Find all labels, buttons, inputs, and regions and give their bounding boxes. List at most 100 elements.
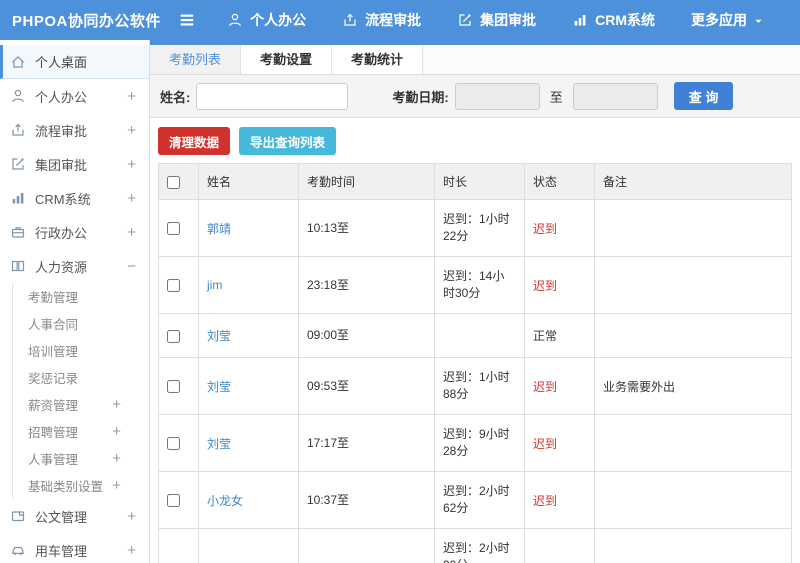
expand-toggle-icon[interactable]: +	[112, 451, 121, 466]
column-header: 备注	[594, 163, 792, 200]
caret-down-icon	[753, 16, 764, 27]
note-cell	[594, 313, 792, 358]
attendance-time-cell: 10:54至10:54	[298, 528, 435, 563]
status-cell: 迟到	[524, 256, 595, 314]
sidebar-item-6[interactable]: 人力资源 −	[0, 249, 149, 283]
export-list-button[interactable]: 导出查询列表	[239, 127, 337, 155]
nav-item-1[interactable]: 流程审批	[342, 10, 421, 30]
row-checkbox[interactable]	[167, 437, 180, 451]
sidebar-item-5[interactable]: 行政办公 +	[0, 215, 149, 249]
sidebar-item-0[interactable]: 个人桌面	[0, 45, 149, 79]
nav-item-label: CRM系统	[595, 12, 655, 28]
expand-toggle-icon[interactable]: +	[112, 424, 121, 439]
tab-0[interactable]: 考勤列表	[150, 45, 242, 74]
attendance-time-cell: 09:00至	[298, 313, 435, 358]
sidebar-item-15[interactable]: 公文管理 +	[0, 499, 149, 533]
sidebar-subitem-label: 人事管理	[28, 453, 79, 467]
sidebar-item-13[interactable]: 人事管理 +	[12, 445, 149, 472]
content-area: 考勤列表 考勤设置 考勤统计 姓名: 考勤日期: 至 查 询 清理数据 导出查询列表	[150, 40, 800, 563]
status-badge: 正常	[533, 329, 558, 343]
nav-item-label: 个人办公	[250, 12, 307, 28]
expand-toggle-icon[interactable]: +	[127, 543, 136, 558]
duration-line: 迟到：2小时62分	[443, 484, 510, 515]
sidebar-item-label: 公文管理	[35, 509, 88, 525]
employee-name-link[interactable]: 小龙女	[207, 494, 243, 508]
sidebar-item-16[interactable]: 用车管理 +	[0, 533, 149, 563]
tab-2[interactable]: 考勤统计	[332, 45, 424, 74]
employee-name-link[interactable]: jim	[207, 278, 222, 292]
employee-name-link[interactable]: 刘莹	[207, 437, 231, 451]
name-cell: 刘莹	[198, 414, 299, 472]
sidebar-item-11[interactable]: 薪资管理 +	[12, 391, 149, 418]
note-cell	[594, 414, 792, 472]
nav-item-4[interactable]: 更多应用	[691, 10, 764, 30]
sidebar-item-7[interactable]: 考勤管理	[12, 283, 149, 310]
duration-cell: 迟到：2小时90分早退：7小时10分	[434, 528, 525, 563]
expand-toggle-icon[interactable]: +	[112, 397, 121, 412]
row-checkbox[interactable]	[167, 380, 180, 394]
name-filter-input[interactable]	[196, 82, 349, 110]
sidebar-item-12[interactable]: 招聘管理 +	[12, 418, 149, 445]
clear-data-button[interactable]: 清理数据	[158, 127, 231, 155]
hamburger-menu-icon	[177, 10, 197, 30]
employee-name-link[interactable]: 郭靖	[207, 222, 231, 236]
sidebar-item-label: 个人桌面	[35, 55, 88, 70]
expand-toggle-icon[interactable]: +	[127, 89, 136, 104]
expand-toggle-icon[interactable]: +	[127, 157, 136, 172]
edit-icon	[457, 12, 473, 28]
expand-toggle-icon[interactable]: +	[127, 509, 136, 524]
search-button[interactable]: 查 询	[673, 82, 734, 110]
employee-name-link[interactable]: 刘莹	[207, 329, 231, 343]
name-cell: jim	[198, 256, 299, 314]
sidebar-subitem-label: 基础类别设置	[28, 480, 104, 494]
nav-item-0[interactable]: 个人办公	[227, 10, 306, 30]
expand-toggle-icon[interactable]: +	[112, 478, 121, 493]
date-from-input[interactable]	[454, 82, 540, 110]
expand-toggle-icon[interactable]: +	[127, 191, 136, 206]
note-cell	[594, 256, 792, 314]
expand-toggle-icon[interactable]: +	[127, 225, 136, 240]
nav-item-label: 更多应用	[691, 12, 747, 28]
sidebar-item-9[interactable]: 培训管理	[12, 337, 149, 364]
sidebar-item-4[interactable]: CRM系统 +	[0, 181, 149, 215]
sidebar-item-label: 人力资源	[35, 259, 88, 275]
sidebar-item-14[interactable]: 基础类别设置 +	[12, 472, 149, 499]
sidebar-item-2[interactable]: 流程审批 +	[0, 113, 149, 147]
row-checkbox[interactable]	[167, 329, 180, 343]
table-row: 管理员 10:54至10:54 迟到：2小时90分早退：7小时10分 迟到/早退…	[158, 528, 792, 563]
checkbox-cell	[158, 528, 199, 563]
sidebar-item-8[interactable]: 人事合同	[12, 310, 149, 337]
column-header: 考勤时间	[298, 163, 435, 200]
user-icon	[227, 12, 243, 28]
name-cell: 管理员	[198, 528, 299, 563]
expand-toggle-icon[interactable]: +	[127, 123, 136, 138]
nav-item-2[interactable]: 集团审批	[457, 10, 536, 30]
date-to-input[interactable]	[572, 82, 658, 110]
table-row: jim 23:18至 迟到：14小时30分 迟到	[158, 256, 792, 314]
duration-line: 迟到：2小时90分	[443, 541, 510, 563]
sidebar-item-10[interactable]: 奖惩记录	[12, 364, 149, 391]
sidebar-subitem-label: 人事合同	[28, 318, 79, 332]
column-header: 姓名	[198, 163, 299, 200]
tab-1[interactable]: 考勤设置	[241, 45, 333, 74]
status-badge: 迟到	[533, 493, 558, 508]
attendance-time-cell: 10:37至	[298, 471, 435, 529]
note-cell	[594, 471, 792, 529]
row-checkbox[interactable]	[167, 222, 180, 236]
sidebar-item-1[interactable]: 个人办公 +	[0, 79, 149, 113]
duration-cell: 迟到：14小时30分	[434, 256, 525, 314]
sidebar-item-3[interactable]: 集团审批 +	[0, 147, 149, 181]
edit-icon	[10, 156, 26, 172]
attendance-table: 姓名 考勤时间 时长 状态 备注 郭靖 10:13至 迟到：1小时22分 迟到 jim …	[158, 163, 792, 563]
select-all-checkbox[interactable]	[167, 175, 180, 189]
name-cell: 郭靖	[198, 199, 299, 257]
expand-toggle-icon[interactable]: −	[127, 259, 136, 274]
menu-toggle-button[interactable]	[177, 10, 197, 30]
sidebar-subitem-label: 培训管理	[28, 345, 79, 359]
row-checkbox[interactable]	[167, 494, 180, 508]
duration-line: 迟到：1小时88分	[443, 370, 510, 401]
top-header: PHPOA协同办公软件 个人办公 流程审批 集团审批 CRM系统 更多应用	[0, 0, 800, 40]
row-checkbox[interactable]	[167, 279, 180, 293]
employee-name-link[interactable]: 刘莹	[207, 380, 231, 394]
nav-item-3[interactable]: CRM系统	[572, 10, 655, 30]
